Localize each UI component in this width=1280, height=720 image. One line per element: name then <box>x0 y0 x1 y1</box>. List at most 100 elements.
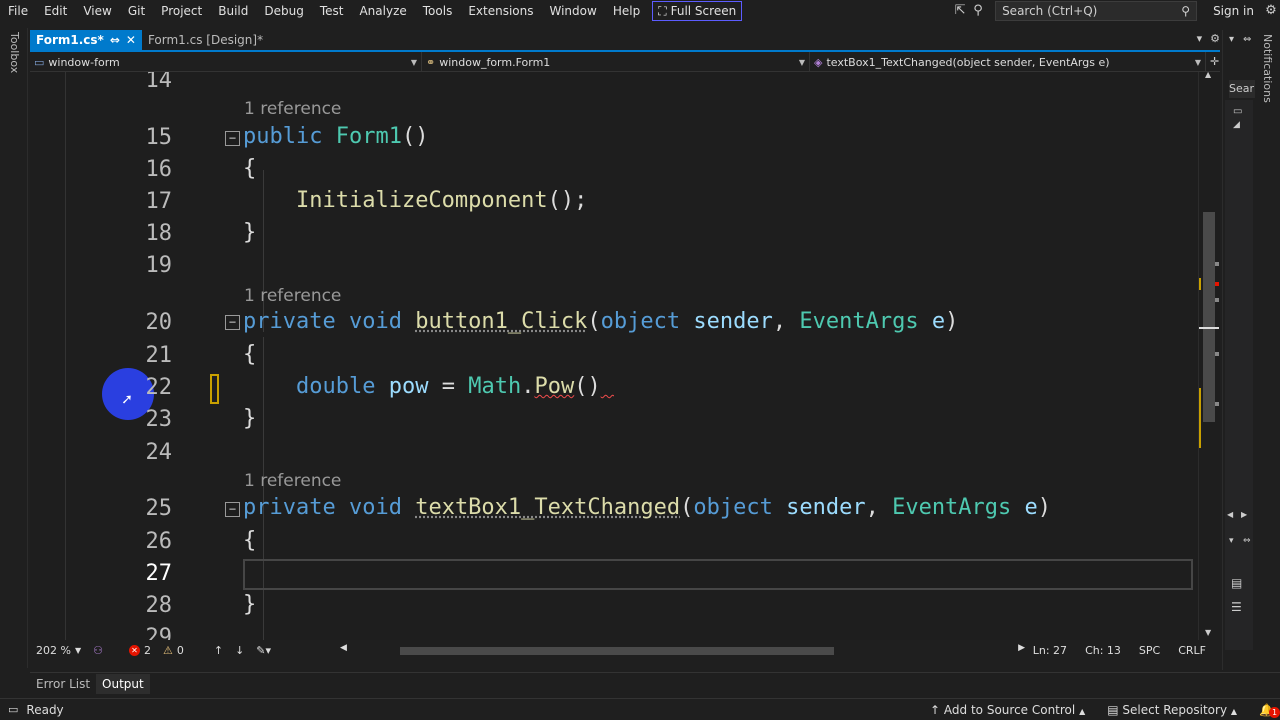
line-number: 24 <box>145 440 173 465</box>
feedback-icon[interactable]: ⚲ <box>969 3 987 19</box>
tab-form1-design[interactable]: Form1.cs [Design]* <box>142 30 269 50</box>
copilot-icon[interactable]: ⚇ <box>87 644 109 657</box>
code-line-25[interactable]: private void textBox1_TextChanged(object… <box>243 495 1051 520</box>
panel-pin-icon[interactable]: ⇔ <box>1243 34 1251 45</box>
scroll-right-icon[interactable]: ▶ <box>1018 643 1025 653</box>
scroll-marker <box>1215 262 1219 266</box>
search-input[interactable]: Search (Ctrl+Q) ⚲ <box>995 1 1198 21</box>
notifications-tab[interactable]: Notifications <box>1261 34 1274 103</box>
pin-icon[interactable]: ⇔ <box>110 33 120 47</box>
menu-tools[interactable]: Tools <box>415 0 461 22</box>
code-cleanup-icon[interactable]: ✎▾ <box>250 644 277 657</box>
menu-window[interactable]: Window <box>542 0 605 22</box>
menu-git[interactable]: Git <box>120 0 153 22</box>
menu-extensions[interactable]: Extensions <box>460 0 541 22</box>
codelens-references[interactable]: 1 reference <box>244 286 341 306</box>
properties-pin-icon[interactable]: ⇔ <box>1243 536 1251 546</box>
preview-icon[interactable]: ⚙ <box>1262 3 1280 19</box>
select-repository-button[interactable]: ▤ Select Repository ▲ <box>1107 703 1237 717</box>
class-dropdown[interactable]: ⚭ window_form.Form1 ▼ <box>422 52 810 72</box>
column-indicator[interactable]: Ch: 13 <box>1085 644 1121 657</box>
properties-dropdown-icon[interactable]: ▾ <box>1229 536 1234 546</box>
code-line-23[interactable]: } <box>243 406 256 431</box>
warning-icon: ⚠ <box>162 643 173 657</box>
next-issue-icon[interactable]: ↓ <box>229 644 250 657</box>
codelens-references[interactable]: 1 reference <box>244 99 341 119</box>
toolbox-tab[interactable]: Toolbox <box>8 32 21 73</box>
chevron-up-icon: ▲ <box>1230 706 1238 716</box>
codelens-references[interactable]: 1 reference <box>244 471 341 491</box>
triangle-icon[interactable]: ◢ <box>1233 120 1240 130</box>
code-line-16[interactable]: { <box>243 156 256 181</box>
code-line-18[interactable]: } <box>243 220 256 245</box>
zoom-level[interactable]: 202 % ▼ <box>30 644 87 657</box>
csharp-project-icon: ▭ <box>34 55 45 69</box>
tab-list-dropdown-icon[interactable]: ▾ <box>1197 32 1203 45</box>
properties-grid-icon[interactable]: ▤ <box>1231 576 1242 590</box>
tab-output[interactable]: Output <box>96 673 150 694</box>
vertical-scrollbar[interactable]: ▲ ▼ <box>1198 70 1220 640</box>
solution-explorer-panel: ▾ ⇔ Notifications Sear ▭ ◢ ◀ ▶ ▾ ⇔ ▤ ☰ <box>1222 30 1280 670</box>
panel-dropdown-icon[interactable]: ▾ <box>1229 34 1234 45</box>
scroll-left-icon[interactable]: ◀ <box>1227 510 1233 519</box>
notification-bell-icon[interactable]: 🔔 1 <box>1259 703 1280 718</box>
line-number: 14 <box>145 72 173 93</box>
project-dropdown[interactable]: ▭ window-form ▼ <box>30 52 422 72</box>
caret-position-marker <box>1199 327 1219 329</box>
token-punct: ) <box>1037 495 1052 520</box>
toolbar-icon[interactable]: ▭ <box>1233 106 1242 117</box>
menu-build[interactable]: Build <box>210 0 256 22</box>
menu-help[interactable]: Help <box>605 0 648 22</box>
code-line-26[interactable]: { <box>243 528 256 553</box>
add-to-source-control-button[interactable]: ↑ Add to Source Control ▲ <box>930 703 1085 717</box>
scroll-up-icon[interactable]: ▲ <box>1205 70 1211 79</box>
panel-search-input[interactable]: Sear <box>1229 80 1255 98</box>
code-editor[interactable]: ➚ 14 15 16 17 18 19 20 21 22 23 24 25 26… <box>30 72 1198 640</box>
scroll-right-icon[interactable]: ▶ <box>1241 510 1247 519</box>
fullscreen-button[interactable]: ⛶ Full Screen <box>652 1 743 21</box>
menu-file[interactable]: File <box>0 0 36 22</box>
menu-analyze[interactable]: Analyze <box>351 0 414 22</box>
collapse-icon[interactable]: − <box>225 131 240 146</box>
line-ending-indicator[interactable]: CRLF <box>1178 644 1206 657</box>
warning-count[interactable]: ⚠ 0 <box>157 644 190 657</box>
code-line-21[interactable]: { <box>243 342 256 367</box>
scrollbar-thumb[interactable] <box>1203 212 1215 422</box>
menu-view[interactable]: View <box>75 0 119 22</box>
scroll-down-icon[interactable]: ▼ <box>1205 628 1211 637</box>
code-line-20[interactable]: private void button1_Click(object sender… <box>243 309 958 334</box>
warning-count-value: 0 <box>176 643 184 657</box>
code-line-15[interactable]: public Form1() <box>243 124 428 149</box>
tool-window-tabs: Error List Output <box>30 672 1280 694</box>
menu-test[interactable]: Test <box>312 0 352 22</box>
status-icon: ▭ <box>8 703 19 716</box>
menu-edit[interactable]: Edit <box>36 0 75 22</box>
collapse-icon[interactable]: − <box>225 315 240 330</box>
notification-count: 1 <box>1269 706 1280 718</box>
code-line-22[interactable]: double pow = Math.Pow() <box>243 374 614 399</box>
tab-error-list[interactable]: Error List <box>30 674 96 694</box>
split-icon[interactable]: ✛ <box>1210 52 1219 71</box>
code-line-28[interactable]: } <box>243 592 256 617</box>
sign-in-link[interactable]: Sign in <box>1205 4 1262 18</box>
settings-icon[interactable]: ⚙ <box>1210 32 1220 45</box>
properties-list-icon[interactable]: ☰ <box>1231 600 1242 614</box>
line-indicator[interactable]: Ln: 27 <box>1033 644 1067 657</box>
tab-form1-cs[interactable]: Form1.cs* ⇔ ✕ <box>30 30 142 50</box>
error-count[interactable]: ✕ 2 <box>123 644 157 657</box>
change-marker <box>1199 278 1201 290</box>
horizontal-scrollbar[interactable]: ◀ ▶ <box>340 643 1025 657</box>
prev-issue-icon[interactable]: ↑ <box>208 644 229 657</box>
collapse-icon[interactable]: − <box>225 502 240 517</box>
menu-project[interactable]: Project <box>153 0 210 22</box>
live-share-icon[interactable]: ⇱ <box>951 3 969 19</box>
close-icon[interactable]: ✕ <box>126 33 136 47</box>
menu-debug[interactable]: Debug <box>256 0 311 22</box>
fullscreen-icon: ⛶ <box>658 4 667 18</box>
error-icon: ✕ <box>128 644 140 656</box>
scroll-left-icon[interactable]: ◀ <box>340 643 347 653</box>
code-line-17[interactable]: InitializeComponent(); <box>243 188 587 213</box>
horizontal-scrollbar-thumb[interactable] <box>400 647 834 655</box>
member-dropdown[interactable]: ◈ textBox1_TextChanged(object sender, Ev… <box>810 52 1206 72</box>
whitespace-indicator[interactable]: SPC <box>1139 644 1160 657</box>
